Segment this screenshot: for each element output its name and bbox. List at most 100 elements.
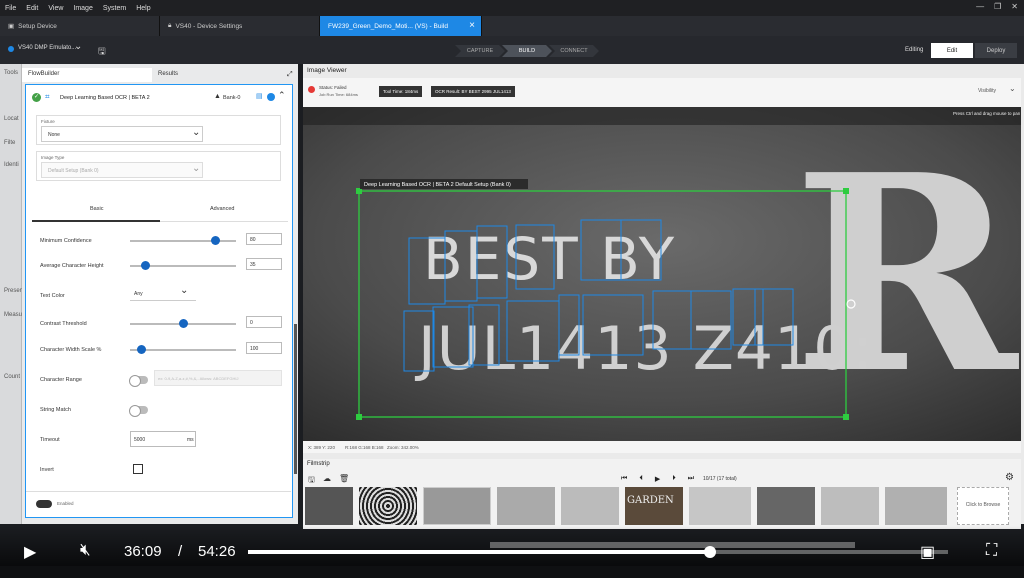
min-confidence-input[interactable]: 80 (246, 233, 282, 245)
tab-build[interactable]: FW239_Green_Demo_Moti... (VS) - Build × (320, 16, 482, 36)
avg-height-input[interactable]: 35 (246, 258, 282, 270)
tab-device-settings[interactable]: 🔒︎ VS40 - Device Settings (160, 16, 320, 36)
menu-help[interactable]: Help (131, 5, 155, 12)
min-confidence-slider[interactable] (130, 236, 236, 245)
step-connect[interactable]: CONNECT (549, 45, 599, 57)
next-frame-icon[interactable]: ⏵ (672, 475, 676, 483)
category-measure[interactable]: Measu (4, 312, 22, 318)
gear-icon[interactable]: ⚙ (1005, 472, 1014, 483)
info-icon[interactable] (267, 93, 275, 101)
image-viewer-title: Image Viewer (307, 67, 347, 74)
thumbnail[interactable] (885, 487, 947, 525)
enabled-label: Enabled (57, 501, 74, 506)
width-scale-input[interactable]: 100 (246, 342, 282, 354)
edit-button[interactable]: Edit (931, 43, 973, 58)
chevron-down-icon[interactable]: ⌄ (1009, 84, 1016, 93)
slider-thumb[interactable] (136, 345, 146, 354)
upload-icon[interactable]: ☁︎ (323, 474, 331, 483)
play-icon[interactable]: ▶ (24, 542, 36, 562)
tab-advanced[interactable]: Advanced (210, 206, 234, 212)
image-type-select[interactable]: Default Setup (Bank 0) ⌄ (41, 162, 203, 178)
image-canvas[interactable]: R BEST BY JUL1413 Z410: Deep Learning Ba… (303, 107, 1021, 441)
contrast-slider[interactable] (130, 319, 236, 328)
mute-icon[interactable]: 🔇︎ (80, 540, 91, 560)
trash-icon[interactable]: 🗑︎ (339, 474, 349, 483)
progress-track[interactable] (248, 546, 948, 558)
tab-results[interactable]: Results (152, 68, 184, 82)
roi-handle[interactable] (843, 188, 849, 194)
category-filter[interactable]: Filte (4, 140, 15, 146)
fixture-group: Fixture None ⌄ (36, 115, 281, 145)
tab-basic[interactable]: Basic (90, 206, 103, 212)
prev-frame-icon[interactable]: ⏴ (639, 475, 643, 483)
fullscreen-icon[interactable]: ⛶ (986, 542, 997, 560)
browse-tile[interactable]: Click to Browse (957, 487, 1009, 525)
thumbnail[interactable] (497, 487, 555, 525)
pip-icon[interactable]: ▣ (920, 542, 935, 562)
menu-system[interactable]: System (98, 5, 131, 12)
first-frame-icon[interactable]: ⏮ (621, 475, 627, 483)
roi-handle[interactable] (356, 414, 362, 420)
ocr-result-badge: OCR Result: BY BEST 2995 JUL1413 (431, 86, 515, 97)
save-icon[interactable]: 🖫︎ (98, 44, 106, 60)
step-capture[interactable]: CAPTURE (455, 45, 505, 57)
char-range-toggle[interactable] (129, 375, 148, 387)
menu-view[interactable]: View (43, 5, 68, 12)
fixture-select[interactable]: None ⌄ (41, 126, 203, 142)
thumbnail[interactable] (561, 487, 619, 525)
play-icon[interactable]: ▶ (655, 475, 660, 483)
progress-knob[interactable] (704, 546, 716, 558)
menu-image[interactable]: Image (68, 5, 97, 12)
contrast-input[interactable]: 0 (246, 316, 282, 328)
progress-fill (248, 550, 710, 554)
char-range-input[interactable]: ex: 0-9,A-Z,a-z,#,%,&,- Allows: ABCDEFGH… (154, 370, 282, 386)
thumbnail[interactable] (305, 487, 353, 525)
category-identify[interactable]: Identi (4, 162, 19, 168)
avg-height-slider[interactable] (130, 261, 236, 270)
slider-thumb[interactable] (210, 236, 220, 245)
string-match-toggle[interactable] (129, 405, 148, 417)
thumbnail[interactable] (423, 487, 491, 525)
deploy-button[interactable]: Deploy (975, 43, 1017, 58)
slider-thumb[interactable] (140, 261, 150, 270)
width-scale-label: Character Width Scale % (40, 347, 102, 353)
thumbnail[interactable] (689, 487, 751, 525)
timeout-input[interactable]: 5000 ms (130, 431, 196, 447)
roi-handle[interactable] (843, 414, 849, 420)
text-color-select[interactable]: Any ⌄ (130, 285, 196, 301)
fixture-value: None (48, 132, 60, 138)
document-icon[interactable]: ▤ (256, 92, 263, 100)
image-type-label: Image Type (41, 155, 65, 160)
step-build[interactable]: BUILD (502, 45, 552, 57)
enabled-toggle[interactable] (36, 500, 52, 508)
category-locate[interactable]: Locat (4, 116, 19, 122)
thumbnail[interactable]: GARDEN (625, 487, 683, 525)
tool-card: ✓ ⌗ Deep Learning Based OCR | BETA 2 ▲ B… (25, 84, 293, 518)
char-range-label: Character Range (40, 377, 82, 383)
invert-checkbox[interactable] (133, 464, 143, 474)
restore-icon[interactable]: ❐ (994, 2, 1001, 11)
close-tab-icon[interactable]: × (469, 20, 475, 31)
tab-flowbuilder[interactable]: FlowBuilder (22, 68, 152, 82)
tool-title: Deep Learning Based OCR | BETA 2 (60, 95, 150, 101)
minimize-icon[interactable]: — (976, 2, 984, 11)
chevron-down-icon[interactable]: ⌄ (74, 41, 82, 52)
expand-icon[interactable]: ⤢ (287, 71, 293, 79)
menu-file[interactable]: File (0, 5, 21, 12)
close-window-icon[interactable]: ✕ (1011, 2, 1018, 11)
collapse-icon[interactable]: ⌃ (278, 90, 286, 101)
menu-edit[interactable]: Edit (21, 5, 43, 12)
category-tools[interactable]: Tools (4, 70, 18, 76)
last-frame-icon[interactable]: ⏭ (688, 475, 694, 483)
save-icon[interactable]: 🖫︎ (308, 474, 315, 488)
tab-setup-device[interactable]: ▣ Setup Device (0, 16, 160, 36)
width-scale-slider[interactable] (130, 345, 236, 354)
thumbnail[interactable] (821, 487, 879, 525)
thumbnail[interactable] (359, 487, 417, 525)
device-selector[interactable]: VS40 DMP Emulato... (18, 45, 76, 51)
visibility-menu[interactable]: Visibility (978, 88, 996, 94)
slider-thumb[interactable] (179, 319, 188, 328)
panel-scrollbar[interactable] (294, 324, 297, 474)
thumbnail[interactable] (757, 487, 815, 525)
category-count[interactable]: Count (4, 374, 20, 380)
